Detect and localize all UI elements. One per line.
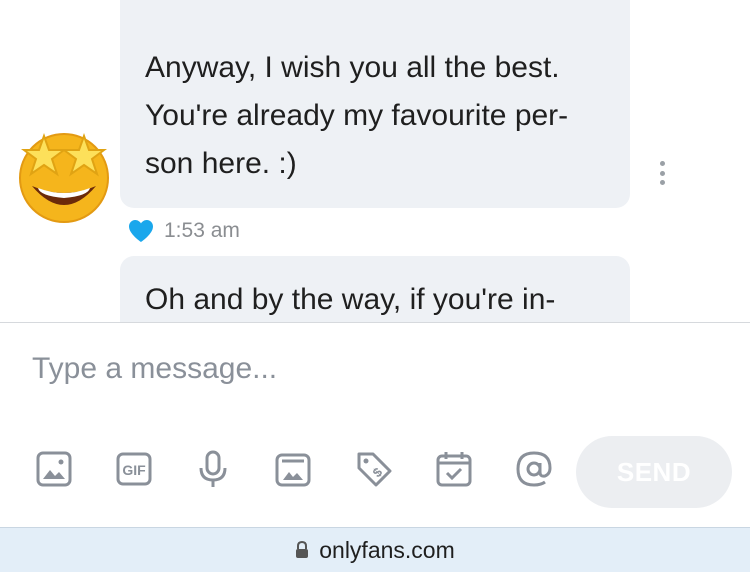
chat-thread: Anyway, I wish you all the best. You're … xyxy=(0,0,750,322)
message-composer: GIF $ SEND xyxy=(0,322,750,527)
browser-address-bar[interactable]: onlyfans.com xyxy=(0,527,750,572)
message-line: Anyway, I wish you all the best. xyxy=(145,51,560,84)
vault-media-icon[interactable] xyxy=(271,447,315,491)
message-line: son here. :) xyxy=(145,147,297,180)
gif-label: GIF xyxy=(122,462,146,478)
message-input[interactable] xyxy=(32,345,712,393)
message-meta: 1:53 am xyxy=(128,216,240,246)
microphone-icon[interactable] xyxy=(191,447,235,491)
message-bubble[interactable]: Oh and by the way, if you're in- xyxy=(120,256,630,322)
heart-icon[interactable] xyxy=(128,219,154,243)
url-domain: onlyfans.com xyxy=(319,536,455,563)
message-bubble[interactable]: Anyway, I wish you all the best. You're … xyxy=(120,0,630,208)
price-tag-icon[interactable]: $ xyxy=(352,447,396,491)
lock-icon xyxy=(296,541,309,558)
send-button[interactable]: SEND xyxy=(576,436,732,508)
schedule-calendar-icon[interactable] xyxy=(432,447,476,491)
message-options-button[interactable] xyxy=(652,158,672,188)
gif-icon[interactable]: GIF xyxy=(112,447,156,491)
dot xyxy=(659,180,665,185)
message-line: You're already my favourite per- xyxy=(145,99,569,132)
dot xyxy=(659,161,665,166)
message-timestamp: 1:53 am xyxy=(164,219,240,242)
dot xyxy=(659,170,665,176)
message-line: Oh and by the way, if you're in- xyxy=(145,283,556,316)
star-struck-emoji-icon[interactable] xyxy=(16,128,112,224)
image-icon[interactable] xyxy=(32,447,76,491)
mention-icon[interactable] xyxy=(512,447,556,491)
